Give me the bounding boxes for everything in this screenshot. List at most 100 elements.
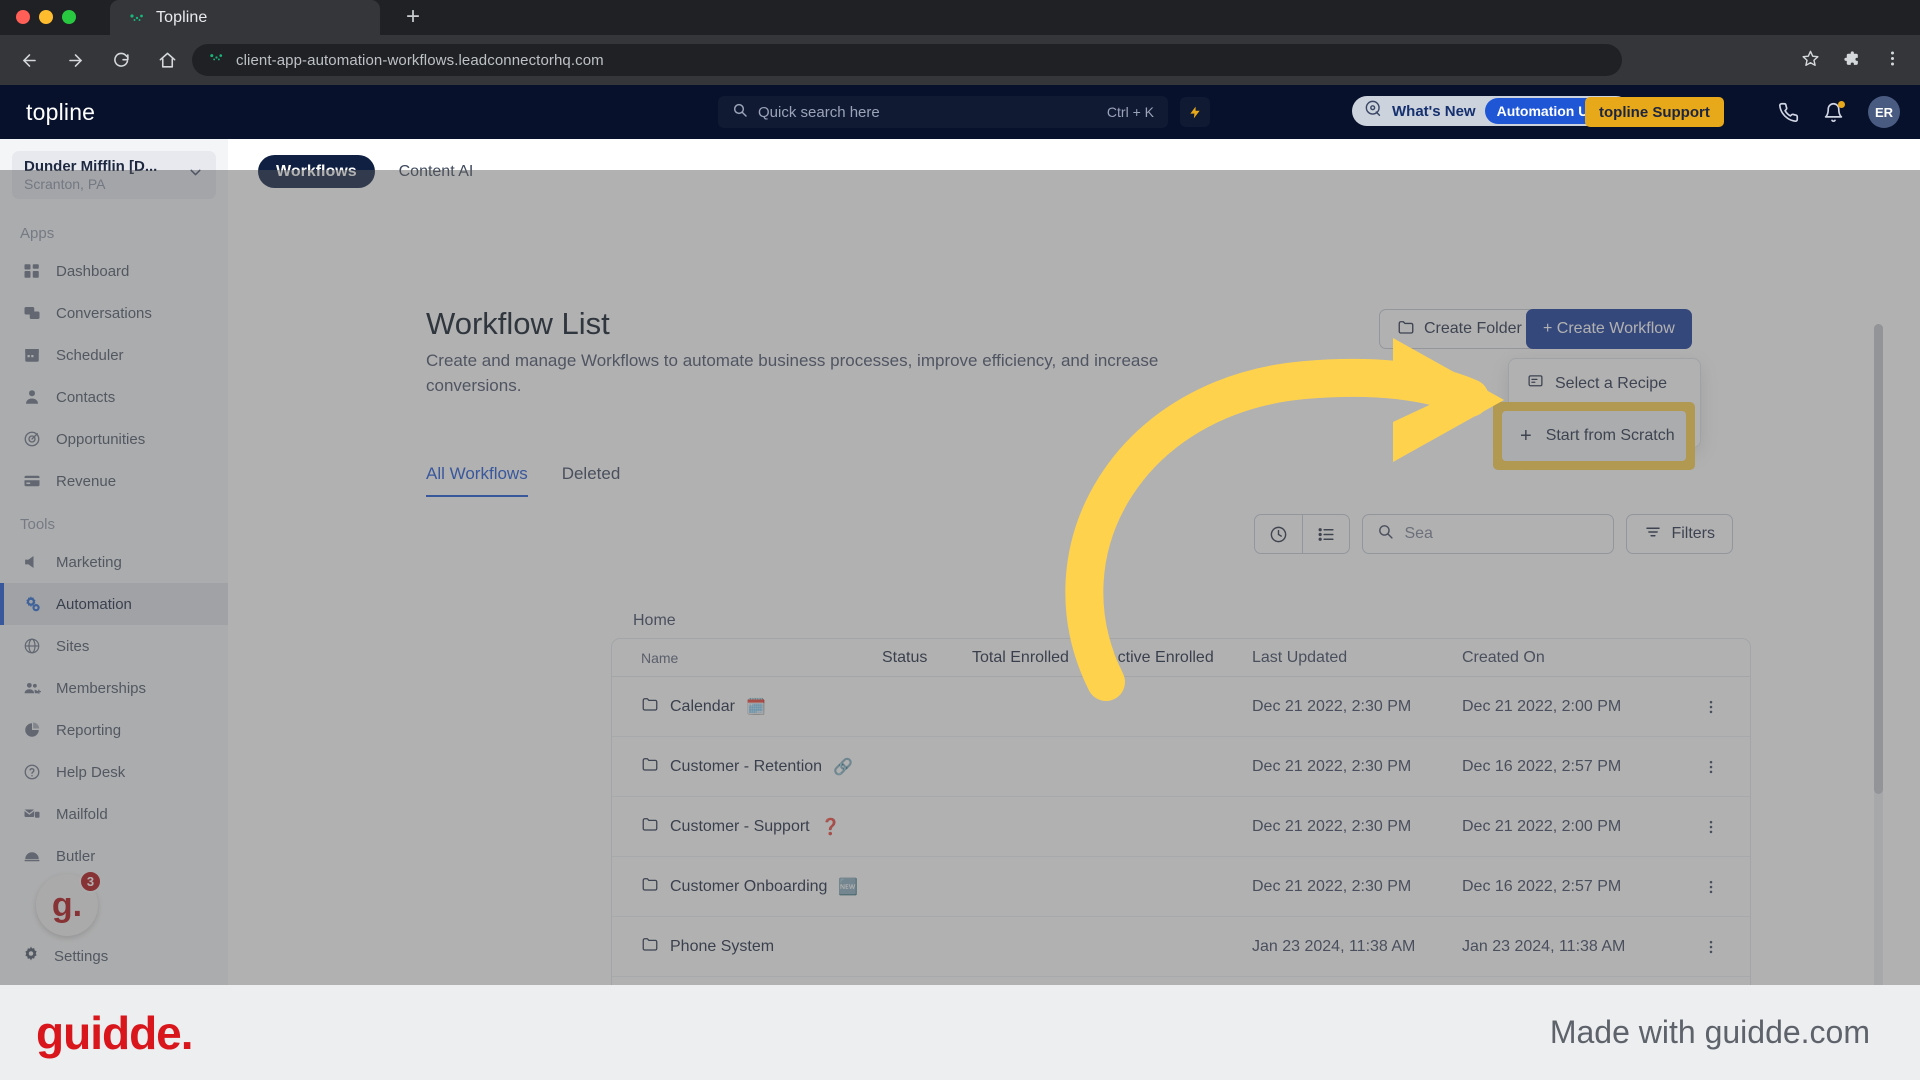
table-row[interactable]: Prospecting 🔍 Dec 21 2022, 2:31 PM Dec 1… [612,977,1750,985]
plus-icon: + [1520,424,1532,447]
close-window-button[interactable] [16,10,30,24]
table-row[interactable]: Phone System Jan 23 2024, 11:38 AM Jan 2… [612,917,1750,977]
table-header-row: Name Status Total Enrolled Active Enroll… [612,639,1750,677]
dropdown-item-label: Select a Recipe [1555,375,1668,392]
sidebar-item-label: Marketing [56,553,122,571]
quick-actions-button[interactable] [1180,97,1210,127]
breadcrumb[interactable]: Home [633,612,676,630]
home-button[interactable] [150,43,184,77]
filters-button[interactable]: Filters [1626,514,1733,554]
sidebar-item-mailfold[interactable]: Mailfold [0,793,228,835]
browser-menu-icon[interactable] [1883,49,1902,73]
sidebar-item-marketing[interactable]: Marketing [0,541,228,583]
row-last-updated: Dec 21 2022, 2:30 PM [1252,877,1412,895]
sidebar-item-opportunities[interactable]: Opportunities [0,418,228,460]
tab-all-workflows[interactable]: All Workflows [426,464,528,497]
main-content: Workflows Content AI Workflow List Creat… [228,139,1920,985]
sidebar-item-label: Help Desk [56,763,126,781]
search-input[interactable]: Sea [1362,514,1615,554]
table-row[interactable]: Customer - Support ❓ Dec 21 2022, 2:30 P… [612,797,1750,857]
sidebar-item-label: Reporting [56,721,122,739]
support-button[interactable]: topline Support [1585,97,1724,127]
clock-icon[interactable] [1255,515,1302,553]
workflow-tabs: All Workflows Deleted [426,464,620,497]
search-icon [1377,523,1394,545]
view-mode-toggle [1254,514,1351,554]
row-actions-menu-icon[interactable] [1672,758,1750,776]
row-actions-menu-icon[interactable] [1672,698,1750,716]
row-name-label: Calendar [670,697,735,715]
dashboard-icon [22,261,42,281]
maximize-window-button[interactable] [62,10,76,24]
new-tab-button[interactable]: + [400,5,426,31]
sidebar-section-apps: Apps [20,225,55,242]
extensions-icon[interactable] [1842,49,1861,73]
start-from-scratch-button[interactable]: + Start from Scratch [1502,411,1686,461]
row-actions-menu-icon[interactable] [1672,938,1750,956]
quick-search-input[interactable]: Quick search here Ctrl + K [718,96,1168,128]
create-folder-button[interactable]: Create Folder [1379,309,1540,349]
table-row[interactable]: Calendar 🗓️ Dec 21 2022, 2:30 PM Dec 21 … [612,677,1750,737]
sidebar-item-label: Conversations [56,304,152,322]
workspace-segments: Workflows Content AI [228,139,1920,188]
list-icon[interactable] [1302,515,1349,553]
app-brand-logo[interactable]: topline [26,99,95,126]
minimize-window-button[interactable] [39,10,53,24]
sidebar-item-label: Revenue [56,472,117,490]
row-actions-menu-icon[interactable] [1672,818,1750,836]
sidebar-item-scheduler[interactable]: Scheduler [0,334,228,376]
table-row[interactable]: Customer - Retention 🔗 Dec 21 2022, 2:30… [612,737,1750,797]
sidebar-item-contacts[interactable]: Contacts [0,376,228,418]
scrollbar-thumb[interactable] [1874,324,1883,794]
segment-workflows[interactable]: Workflows [258,155,375,188]
forward-button[interactable] [58,43,92,77]
create-workflow-button[interactable]: + Create Workflow [1526,309,1692,349]
row-name-label: Customer - Support [670,817,810,835]
guidde-footer: guidde. Made with guidde.com [0,985,1920,1080]
avatar[interactable]: ER [1868,96,1900,128]
sidebar-item-memberships[interactable]: Memberships [0,667,228,709]
quick-search-shortcut: Ctrl + K [1106,104,1154,120]
bookmark-star-icon[interactable] [1801,49,1820,73]
dropdown-item-select-recipe[interactable]: Select a Recipe [1515,365,1694,403]
content-scrollbar[interactable] [1874,324,1883,985]
window-controls[interactable] [16,10,76,24]
phone-icon[interactable] [1778,102,1799,123]
tab-deleted[interactable]: Deleted [562,464,621,497]
column-header-name: Name [641,649,679,666]
browser-actions [1801,49,1902,73]
address-bar[interactable]: client-app-automation-workflows.leadconn… [192,44,1622,76]
row-last-updated: Dec 21 2022, 2:30 PM [1252,817,1412,835]
reload-button[interactable] [104,43,138,77]
row-emoji: ❓ [820,818,841,836]
sidebar-item-reporting[interactable]: Reporting [0,709,228,751]
search-icon [732,102,748,123]
sidebar-item-butler[interactable]: Butler [0,835,228,877]
guidde-launcher[interactable]: g. 3 [36,870,102,936]
sidebar-item-automation[interactable]: Automation [0,583,228,625]
table-row[interactable]: Customer Onboarding 🆕 Dec 21 2022, 2:30 … [612,857,1750,917]
column-header-last-updated: Last Updated [1252,648,1348,666]
sidebar-item-label: Scheduler [56,346,124,364]
location-name: Dunder Mifflin [D... [24,158,158,175]
row-last-updated: Dec 21 2022, 2:30 PM [1252,697,1412,715]
sidebar-item-dashboard[interactable]: Dashboard [0,250,228,292]
sidebar-item-sites[interactable]: Sites [0,625,228,667]
back-button[interactable] [12,43,46,77]
notifications-bell-icon[interactable] [1823,100,1845,123]
sidebar-item-conversations[interactable]: Conversations [0,292,228,334]
row-actions-menu-icon[interactable] [1672,878,1750,896]
folder-icon [641,935,659,958]
megaphone-icon [22,552,42,572]
segment-content-ai[interactable]: Content AI [381,155,492,188]
browser-tab[interactable]: Topline [110,0,380,35]
page-description: Create and manage Workflows to automate … [426,351,1159,395]
revenue-icon [22,471,42,491]
sidebar-item-help-desk[interactable]: Help Desk [0,751,228,793]
sidebar-item-settings[interactable]: Settings [0,935,228,977]
location-switcher[interactable]: Dunder Mifflin [D... Scranton, PA [12,151,216,199]
column-header-total-enrolled: Total Enrolled [972,648,1069,666]
folder-icon [641,755,659,778]
members-icon [22,678,42,698]
sidebar-item-revenue[interactable]: Revenue [0,460,228,502]
